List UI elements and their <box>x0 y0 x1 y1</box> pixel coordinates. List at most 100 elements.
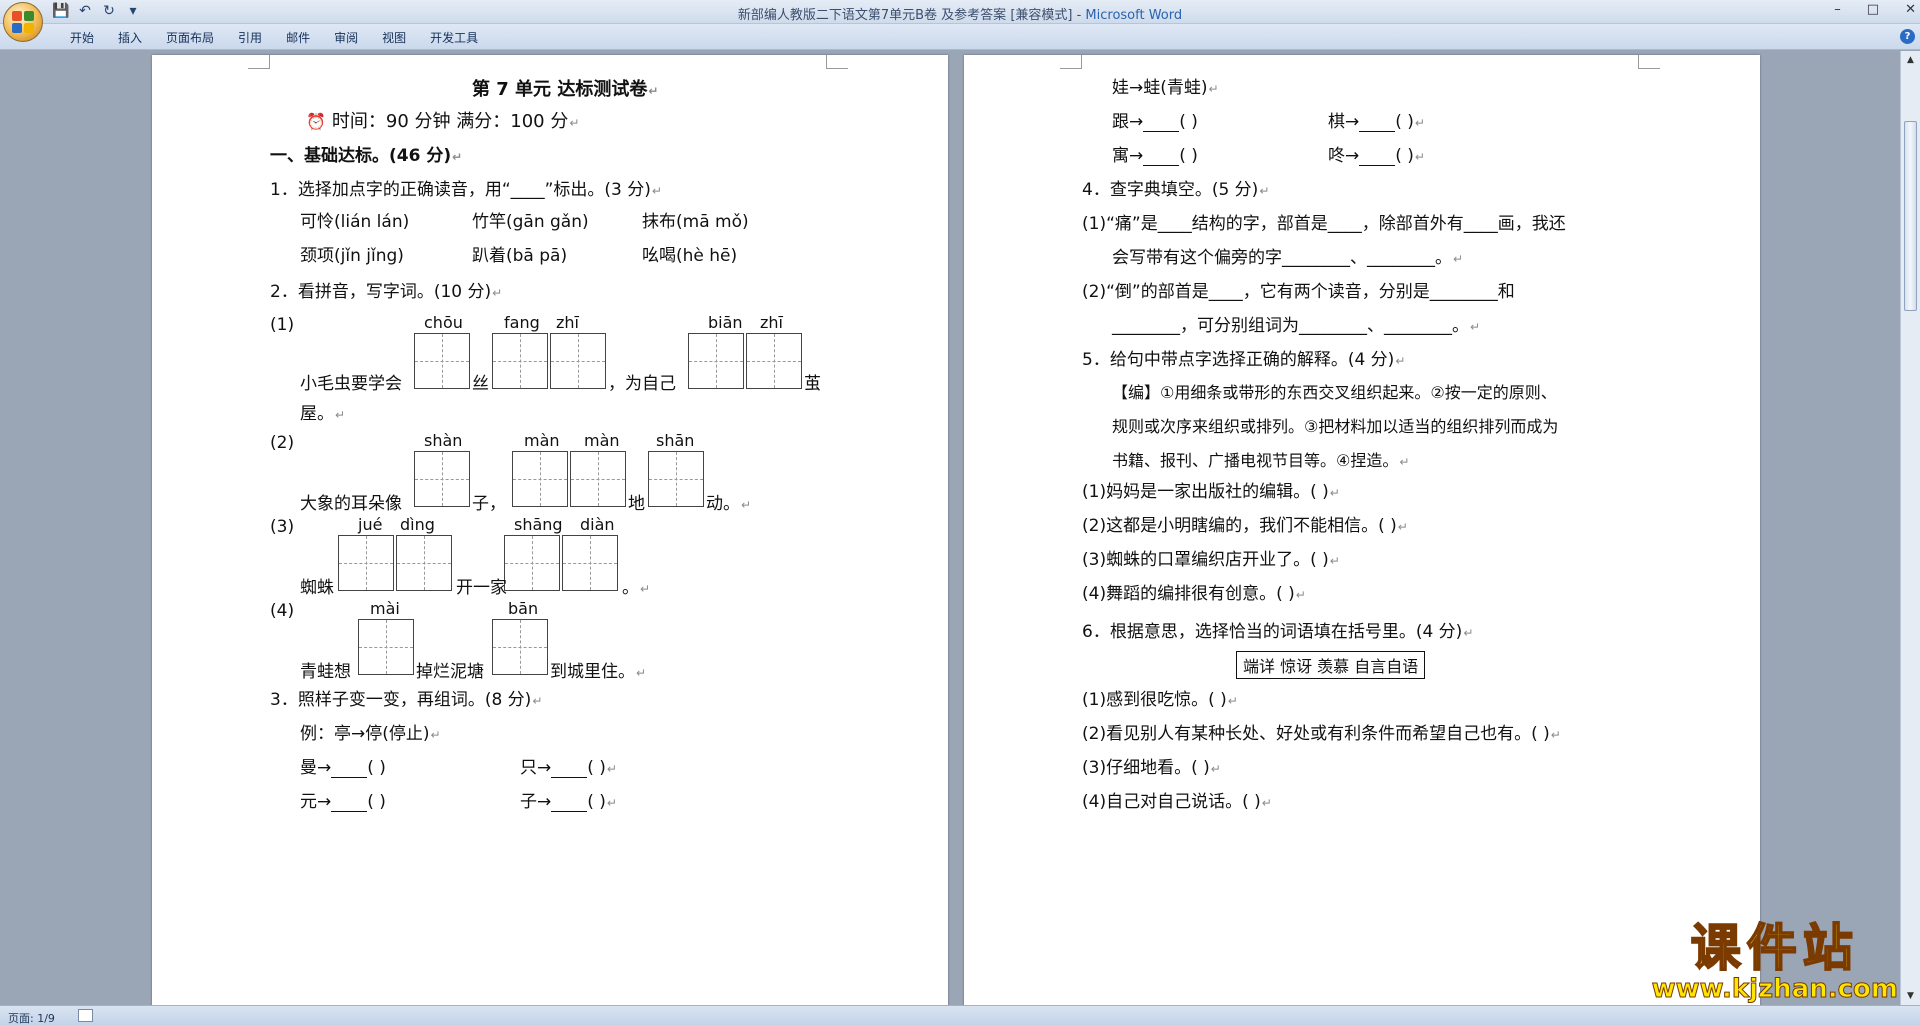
word-window: 💾 ↶ ↻ ▾ 新部编人教版二下语文第7单元B卷 及参考答案 [兼容模式] - … <box>0 0 1920 1025</box>
writing-grid-box[interactable] <box>512 451 568 507</box>
clock-icon: ⏰ <box>306 112 326 131</box>
tab-references[interactable]: 引用 <box>226 29 274 46</box>
answer-blank[interactable] <box>1359 148 1396 166</box>
tab-developer[interactable]: 开发工具 <box>418 29 490 46</box>
writing-grid-box[interactable] <box>746 333 802 389</box>
writing-grid-box[interactable] <box>414 333 470 389</box>
tab-view[interactable]: 视图 <box>370 29 418 46</box>
page-title: 第 7 单元 达标测试卷↵ <box>472 79 659 100</box>
app-name: Microsoft Word <box>1085 8 1183 23</box>
answer-blank[interactable] <box>331 760 368 778</box>
q6-item: (3)仔细地看。( )↵ <box>1082 758 1221 778</box>
q4-part1: (1)“痛”是____结构的字，部首是____，除部首外有____画，我还 <box>1082 214 1566 234</box>
ribbon-tab-bar: 开始 插入 页面布局 引用 邮件 审阅 视图 开发工具 ? <box>0 24 1920 50</box>
scroll-thumb[interactable] <box>1904 121 1917 311</box>
writing-grid-box[interactable] <box>504 535 560 591</box>
pinyin-label: mài <box>370 599 400 618</box>
writing-grid-box[interactable] <box>562 535 618 591</box>
q1-option: 可怜(lián lán) <box>300 212 410 232</box>
page-right[interactable]: 娃→蛙(青蛙)↵ 跟→( ) 棋→( )↵ 寓→( ) 咚→( )↵ 4．查字典… <box>964 55 1760 1005</box>
writing-grid-box[interactable] <box>570 451 626 507</box>
writing-grid-box[interactable] <box>358 619 414 675</box>
answer-item: 曼→( ) <box>300 758 386 778</box>
answer-blank[interactable] <box>1359 114 1396 132</box>
page-count[interactable]: 页面: 1/9 <box>8 1010 55 1025</box>
question-1: 1．选择加点字的正确读音，用“____”标出。(3 分)↵ <box>270 180 662 200</box>
pinyin-label: zhī <box>556 313 579 332</box>
pinyin-label: màn <box>584 431 620 450</box>
title-bar: 💾 ↶ ↻ ▾ 新部编人教版二下语文第7单元B卷 及参考答案 [兼容模式] - … <box>0 0 1920 24</box>
q6-item: (2)看见别人有某种长处、好处或有利条件而希望自己也有。( )↵ <box>1082 724 1561 744</box>
pinyin-label: shāng <box>514 515 563 534</box>
answer-item: 元→( ) <box>300 792 386 812</box>
q4-part1-cont: 会写带有这个偏旁的字________、________。↵ <box>1112 248 1464 268</box>
example-line: 例：亭→停(停止)↵ <box>300 724 441 744</box>
answer-blank[interactable] <box>551 760 588 778</box>
question-3: 3．照样子变一变，再组词。(8 分)↵ <box>270 690 543 710</box>
sentence-text: 小毛虫要学会 <box>300 374 402 394</box>
sentence-text: 。↵ <box>622 578 651 598</box>
window-controls: – □ ✕ <box>1834 2 1916 17</box>
pinyin-label: chōu <box>424 313 463 332</box>
pinyin-label: bān <box>508 599 539 618</box>
scroll-up-icon[interactable]: ▲ <box>1904 53 1917 67</box>
item-number: (1) <box>270 315 295 335</box>
definition-text: 规则或次序来组织或排列。③把材料加以适当的组织排列而成为 <box>1112 417 1559 436</box>
maximize-button[interactable]: □ <box>1867 2 1879 17</box>
sentence-text: 掉烂泥塘 <box>416 662 484 682</box>
answer-item: 跟→( ) <box>1112 112 1198 132</box>
answer-blank[interactable] <box>551 794 588 812</box>
question-4: 4．查字典填空。(5 分)↵ <box>1082 180 1270 200</box>
tab-home[interactable]: 开始 <box>58 29 106 46</box>
sentence-text: 地 <box>628 494 645 514</box>
watermark-url: www.kjzhan.com <box>1651 974 1898 1004</box>
margin-mark <box>1638 55 1660 69</box>
pinyin-label: shàn <box>424 431 463 450</box>
writing-grid-box[interactable] <box>492 619 548 675</box>
page-left[interactable]: 第 7 单元 达标测试卷↵ ⏰ 时间：90 分钟 满分：100 分↵ 一、基础达标… <box>152 55 948 1005</box>
q5-item: (3)蜘蛛的口罩编织店开业了。( )↵ <box>1082 550 1340 570</box>
pinyin-label: zhī <box>760 313 783 332</box>
sentence-text: 到城里住。↵ <box>550 662 647 682</box>
window-title: 新部编人教版二下语文第7单元B卷 及参考答案 [兼容模式] - Microsof… <box>0 4 1920 23</box>
tab-insert[interactable]: 插入 <box>106 29 154 46</box>
pinyin-label: jué <box>358 515 383 534</box>
writing-grid-box[interactable] <box>338 535 394 591</box>
vertical-scrollbar[interactable]: ▲ ▼ <box>1900 51 1920 1005</box>
writing-grid-box[interactable] <box>648 451 704 507</box>
q1-option: 竹竿(gān gǎn) <box>472 212 589 232</box>
proofing-icon[interactable] <box>78 1009 93 1022</box>
writing-grid-box[interactable] <box>550 333 606 389</box>
document-title: 新部编人教版二下语文第7单元B卷 及参考答案 [兼容模式] - <box>737 8 1086 23</box>
q5-item: (4)舞蹈的编排很有创意。( )↵ <box>1082 584 1306 604</box>
item-number: (3) <box>270 517 295 537</box>
answer-blank[interactable] <box>1143 148 1180 166</box>
time-score-line: ⏰ 时间：90 分钟 满分：100 分↵ <box>306 111 580 132</box>
office-button[interactable] <box>3 2 43 42</box>
tab-page-layout[interactable]: 页面布局 <box>154 29 226 46</box>
answer-item: 咚→( )↵ <box>1328 146 1425 166</box>
q6-item: (4)自己对自己说话。( )↵ <box>1082 792 1272 812</box>
status-bar: 页面: 1/9 <box>0 1005 1920 1025</box>
tab-mailings[interactable]: 邮件 <box>274 29 322 46</box>
writing-grid-box[interactable] <box>492 333 548 389</box>
writing-grid-box[interactable] <box>414 451 470 507</box>
answer-blank[interactable] <box>1143 114 1180 132</box>
answer-item: 子→( )↵ <box>520 792 617 812</box>
minimize-button[interactable]: – <box>1834 2 1841 17</box>
answer-blank[interactable] <box>331 794 368 812</box>
q1-option: 抹布(mā mǒ) <box>642 212 749 232</box>
item-number: (2) <box>270 433 295 453</box>
question-2: 2．看拼音，写字词。(10 分)↵ <box>270 282 503 302</box>
close-button[interactable]: ✕ <box>1905 2 1916 17</box>
help-icon[interactable]: ? <box>1900 29 1915 44</box>
scroll-down-icon[interactable]: ▼ <box>1904 989 1917 1003</box>
tab-review[interactable]: 审阅 <box>322 29 370 46</box>
writing-grid-box[interactable] <box>396 535 452 591</box>
sentence-text: 蜘蛛 <box>300 578 334 598</box>
sentence-text: 动。↵ <box>706 494 752 514</box>
item-number: (4) <box>270 601 295 621</box>
word-options-box: 端详 惊讶 羡慕 自言自语 <box>1236 651 1426 679</box>
writing-grid-box[interactable] <box>688 333 744 389</box>
pinyin-label: fang <box>504 313 540 332</box>
